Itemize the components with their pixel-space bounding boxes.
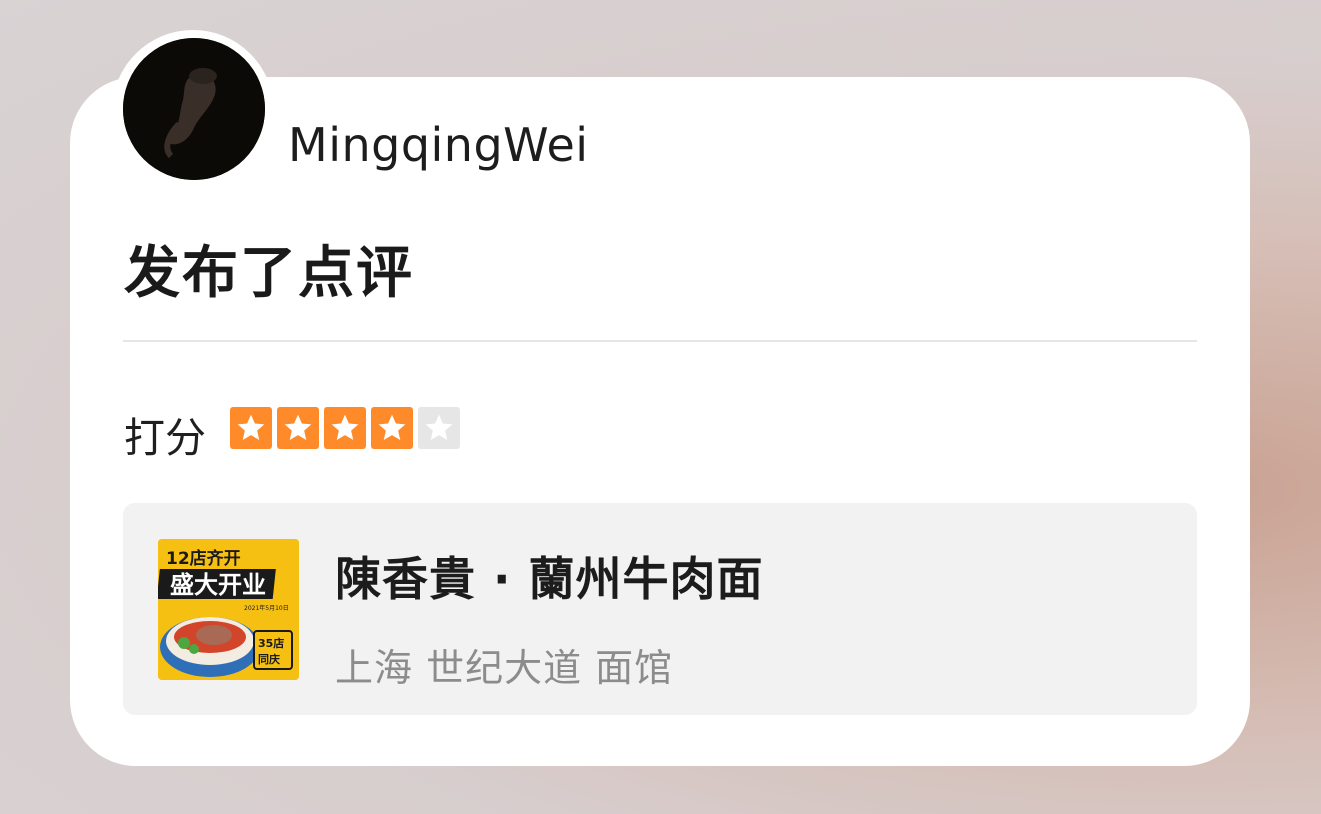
thumb-badge-line2: 同庆 [258, 652, 280, 666]
username[interactable]: MingqingWei [288, 118, 589, 172]
post-headline: 发布了点评 [124, 241, 414, 306]
noodle-bowl-promo-image: 12店齐开 盛大开业 2021年5月10日 35店 同庆 [158, 539, 299, 680]
rating-label: 打分 [124, 414, 206, 462]
star-filled-icon [230, 407, 272, 449]
divider [123, 340, 1197, 342]
shop-thumbnail: 12店齐开 盛大开业 2021年5月10日 35店 同庆 [158, 539, 299, 680]
star-empty-icon [418, 407, 460, 449]
star-filled-icon [277, 407, 319, 449]
crescent-moon-avatar-icon [123, 38, 265, 180]
thumb-badge-line1: 35店 [258, 636, 284, 650]
thumb-line2: 盛大开业 [170, 571, 266, 599]
avatar[interactable] [123, 38, 265, 180]
thumb-line1: 12店齐开 [166, 548, 241, 569]
star-filled-icon [324, 407, 366, 449]
star-rating [230, 407, 460, 449]
shop-card[interactable]: 12店齐开 盛大开业 2021年5月10日 35店 同庆 陳香貴 · 蘭州牛肉面… [123, 503, 1197, 715]
shop-meta: 上海 世纪大道 面馆 [335, 646, 674, 690]
shop-name: 陳香貴 · 蘭州牛肉面 [335, 552, 764, 606]
star-filled-icon [371, 407, 413, 449]
thumb-date: 2021年5月10日 [244, 604, 289, 612]
